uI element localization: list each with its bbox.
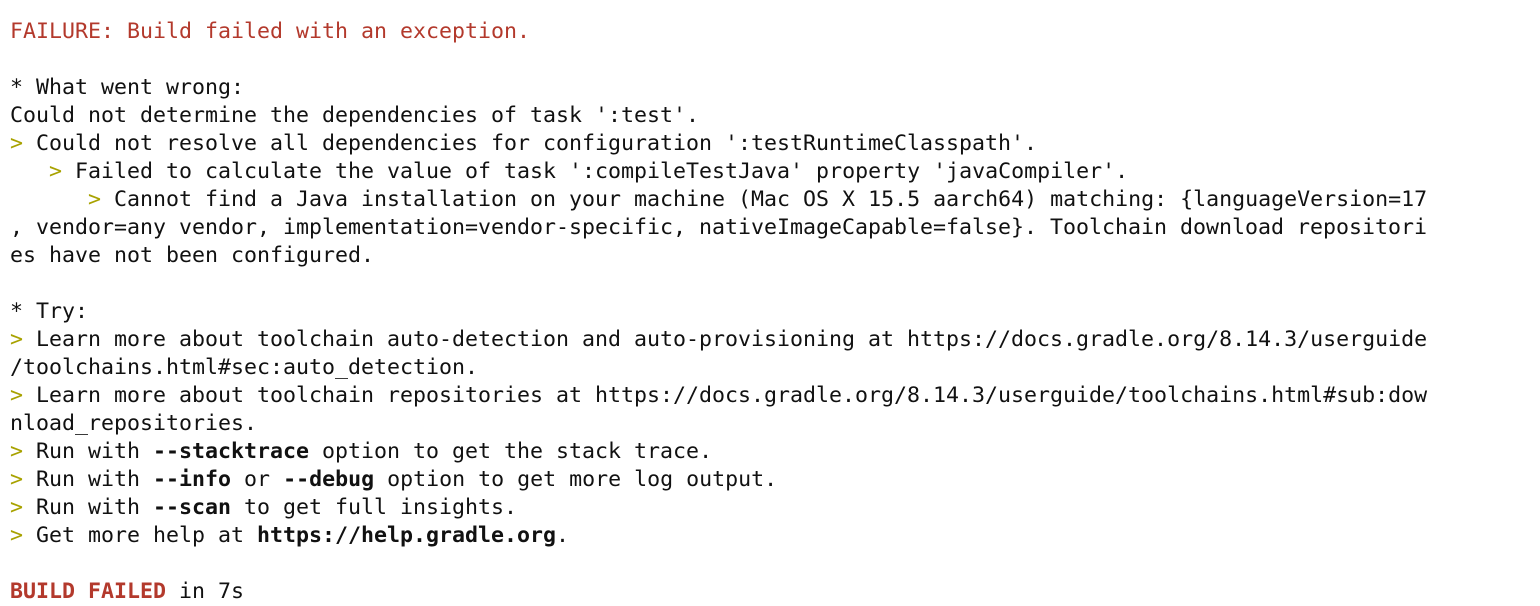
try-text-2-cont: nload_repositories. [10,411,258,436]
prompt-marker: > [10,131,24,156]
prompt-marker: > [10,439,24,464]
build-time: in 7s [166,579,245,604]
try-text-4-pre: Run with [23,467,154,492]
error-line-2: > Could not resolve all dependencies for… [10,130,1540,158]
try-line-3: > Run with --stacktrace option to get th… [10,438,1540,466]
try-text-5-post: to get full insights. [231,495,518,520]
try-text-3-post: option to get the stack trace. [309,439,713,464]
help-link[interactable]: https://help.gradle.org [257,523,556,548]
try-text-1: Learn more about toolchain auto-detectio… [23,327,1428,352]
try-text-2: Learn more about toolchain repositories … [23,383,1428,408]
error-line-1: Could not determine the dependencies of … [10,102,1540,130]
error-text-2: Could not resolve all dependencies for c… [23,131,1038,156]
try-text-4-post: option to get more log output. [374,467,778,492]
prompt-marker: > [10,467,24,492]
try-line-1-cont: /toolchains.html#sec:auto_detection. [10,354,1540,382]
try-text-5-pre: Run with [23,495,154,520]
try-line-4: > Run with --info or --debug option to g… [10,466,1540,494]
debug-flag: --debug [283,467,375,492]
try-line-5: > Run with --scan to get full insights. [10,494,1540,522]
error-line-5: , vendor=any vendor, implementation=vend… [10,214,1540,242]
terminal-output: FAILURE: Build failed with an exception.… [0,0,1540,606]
prompt-marker: > [10,327,24,352]
try-text-1-cont: /toolchains.html#sec:auto_detection. [10,355,479,380]
error-text-5: , vendor=any vendor, implementation=vend… [10,215,1428,240]
prompt-marker: > [10,523,24,548]
what-went-wrong-text: * What went wrong: [10,75,245,100]
stacktrace-flag: --stacktrace [153,439,310,464]
error-text-1: Could not determine the dependencies of … [10,103,700,128]
try-text-4-mid: or [231,467,284,492]
error-text-6: es have not been configured. [10,243,375,268]
error-text-3: Failed to calculate the value of task ':… [62,159,1129,184]
try-line-2: > Learn more about toolchain repositorie… [10,382,1540,410]
try-text-3-pre: Run with [23,439,154,464]
error-line-4: > Cannot find a Java installation on you… [10,186,1540,214]
error-line-6: es have not been configured. [10,242,1540,270]
try-text-6-post: . [556,523,570,548]
try-line-2-cont: nload_repositories. [10,410,1540,438]
prompt-marker: > [10,495,24,520]
prompt-marker: > [88,187,102,212]
what-went-wrong-header: * What went wrong: [10,74,1540,102]
try-line-1: > Learn more about toolchain auto-detect… [10,326,1540,354]
failure-line: FAILURE: Build failed with an exception. [10,18,1540,46]
build-failed-label: BUILD FAILED [10,579,167,604]
try-header-text: * Try: [10,299,89,324]
failure-message: FAILURE: Build failed with an exception. [10,19,531,44]
try-text-6-pre: Get more help at [23,523,258,548]
error-text-4: Cannot find a Java installation on your … [101,187,1428,212]
build-result-line: BUILD FAILED in 7s [10,578,1540,606]
try-line-6: > Get more help at https://help.gradle.o… [10,522,1540,550]
info-flag: --info [153,467,232,492]
try-header: * Try: [10,298,1540,326]
prompt-marker: > [49,159,63,184]
error-line-3: > Failed to calculate the value of task … [10,158,1540,186]
scan-flag: --scan [153,495,232,520]
prompt-marker: > [10,383,24,408]
